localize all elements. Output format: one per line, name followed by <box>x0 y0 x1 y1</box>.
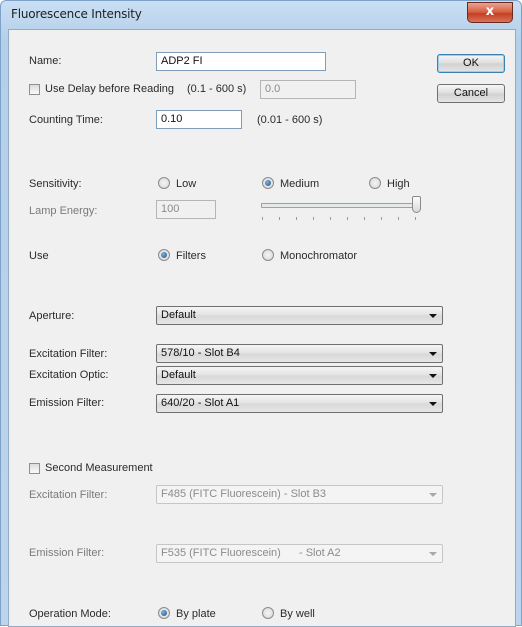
use-filters-radio[interactable] <box>158 249 170 261</box>
operation-mode-label: Operation Mode: <box>29 608 111 620</box>
counting-time-label: Counting Time: <box>29 114 103 126</box>
close-icon: x <box>485 4 495 19</box>
sensitivity-high-label: High <box>387 178 410 190</box>
title-bar[interactable]: Fluorescence Intensity x <box>1 1 521 29</box>
name-input[interactable]: ADP2 FI <box>156 52 326 71</box>
aperture-select[interactable]: Default <box>156 306 443 325</box>
slider-tick <box>296 217 297 220</box>
second-measurement-label: Second Measurement <box>45 462 153 474</box>
counting-time-range: (0.01 - 600 s) <box>257 114 323 126</box>
window-title: Fluorescence Intensity <box>11 7 142 21</box>
second-excitation-filter-value: F485 (FITC Fluorescein) - Slot B3 <box>161 488 327 500</box>
slider-tick <box>347 217 348 220</box>
slider-tick <box>279 217 280 220</box>
slider-tick <box>330 217 331 220</box>
lamp-energy-label: Lamp Energy: <box>29 205 98 217</box>
sensitivity-high-radio[interactable] <box>369 177 381 189</box>
aperture-value: Default <box>161 309 196 321</box>
aperture-label: Aperture: <box>29 310 75 322</box>
excitation-filter-label: Excitation Filter: <box>29 348 108 360</box>
dialog-body: Name: ADP2 FI OK Cancel Use Delay before… <box>8 29 516 627</box>
counting-time-input[interactable]: 0.10 <box>156 110 242 129</box>
chevron-down-icon <box>429 352 437 356</box>
name-label: Name: <box>29 55 62 67</box>
chevron-down-icon <box>429 314 437 318</box>
excitation-optic-value: Default <box>161 369 196 381</box>
operation-by-well-radio[interactable] <box>262 607 274 619</box>
dialog-window: Fluorescence Intensity x Name: ADP2 FI O… <box>0 0 522 627</box>
second-emission-filter-select[interactable]: F535 (FITC Fluorescein) - Slot A2 <box>156 544 443 563</box>
lamp-energy-slider[interactable] <box>257 195 425 223</box>
operation-by-plate-radio[interactable] <box>158 607 170 619</box>
ok-button[interactable]: OK <box>437 54 505 73</box>
sensitivity-medium-radio[interactable] <box>262 177 274 189</box>
operation-by-well-label: By well <box>280 608 315 620</box>
sensitivity-medium-label: Medium <box>280 178 320 190</box>
excitation-filter-select[interactable]: 578/10 - Slot B4 <box>156 344 443 363</box>
second-measurement-checkbox[interactable] <box>29 463 40 474</box>
close-button[interactable]: x <box>467 2 513 23</box>
slider-thumb[interactable] <box>412 196 421 213</box>
lamp-energy-input[interactable]: 100 <box>156 200 216 219</box>
emission-filter-label: Emission Filter: <box>29 397 105 409</box>
second-excitation-filter-label: Excitation Filter: <box>29 489 108 501</box>
slider-tick <box>415 217 416 220</box>
chevron-down-icon <box>429 402 437 406</box>
slider-tick <box>313 217 314 220</box>
slider-tick <box>262 217 263 220</box>
slider-tick <box>381 217 382 220</box>
emission-filter-select[interactable]: 640/20 - Slot A1 <box>156 394 443 413</box>
second-emission-filter-slot: - Slot A2 <box>299 547 341 559</box>
delay-range: (0.1 - 600 s) <box>187 83 247 95</box>
sensitivity-low-radio[interactable] <box>158 177 170 189</box>
operation-by-plate-label: By plate <box>176 608 216 620</box>
delay-input[interactable]: 0.0 <box>260 80 356 99</box>
use-filters-label: Filters <box>176 250 206 262</box>
second-excitation-filter-select[interactable]: F485 (FITC Fluorescein) - Slot B3 <box>156 485 443 504</box>
sensitivity-low-label: Low <box>176 178 197 190</box>
chevron-down-icon <box>429 552 437 556</box>
delay-checkbox[interactable] <box>29 84 40 95</box>
use-label: Use <box>29 250 49 262</box>
slider-track <box>261 203 418 208</box>
use-monochromator-radio[interactable] <box>262 249 274 261</box>
chevron-down-icon <box>429 493 437 497</box>
slider-tick <box>364 217 365 220</box>
delay-label: Use Delay before Reading <box>45 83 175 95</box>
chevron-down-icon <box>429 374 437 378</box>
sensitivity-label: Sensitivity: <box>29 178 82 190</box>
use-monochromator-label: Monochromator <box>280 250 358 262</box>
second-emission-filter-value: F535 (FITC Fluorescein) <box>161 547 281 559</box>
emission-filter-value: 640/20 - Slot A1 <box>161 397 240 409</box>
excitation-optic-label: Excitation Optic: <box>29 369 109 381</box>
excitation-filter-value: 578/10 - Slot B4 <box>161 347 240 359</box>
slider-tick <box>398 217 399 220</box>
second-emission-filter-label: Emission Filter: <box>29 547 105 559</box>
cancel-button[interactable]: Cancel <box>437 84 505 103</box>
excitation-optic-select[interactable]: Default <box>156 366 443 385</box>
